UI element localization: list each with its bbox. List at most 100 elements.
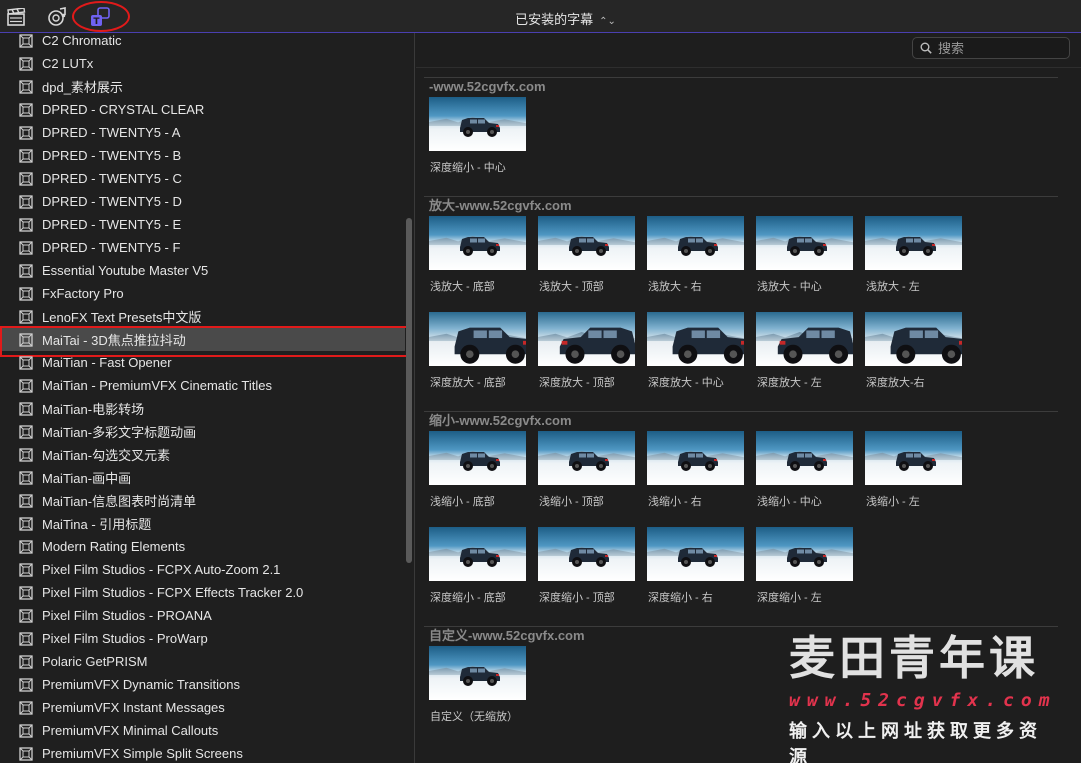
search-field[interactable] [912, 37, 1070, 59]
title-thumbnail[interactable] [538, 527, 635, 581]
sidebar-item[interactable]: DPRED - TWENTY5 - B [0, 144, 405, 167]
title-tile[interactable]: 浅缩小 - 左 [865, 431, 962, 509]
title-thumbnail[interactable] [429, 216, 526, 270]
title-thumbnail[interactable] [429, 431, 526, 485]
sidebar-item[interactable]: Essential Youtube Master V5 [0, 259, 405, 282]
panel-title[interactable]: 已安装的字幕 ⌃⌄ [0, 9, 1081, 28]
title-tile[interactable]: 浅放大 - 顶部 [538, 216, 635, 294]
sidebar-item[interactable]: C2 Chromatic [0, 33, 405, 52]
sidebar-scrollbar[interactable] [406, 218, 412, 563]
sidebar-item[interactable]: PremiumVFX Dynamic Transitions [0, 673, 405, 696]
title-tile[interactable]: 深度放大 - 左 [756, 312, 853, 390]
title-thumbnail[interactable] [429, 97, 526, 151]
title-tile[interactable]: 浅缩小 - 底部 [429, 431, 526, 509]
jeep-image [678, 548, 718, 567]
title-tile[interactable]: 浅缩小 - 中心 [756, 431, 853, 509]
sidebar-item[interactable]: PremiumVFX Simple Split Screens [0, 742, 405, 763]
sidebar-item-label: DPRED - TWENTY5 - F [42, 240, 181, 255]
title-category-icon [19, 677, 33, 692]
sidebar-item[interactable]: MaiTian-信息图表时尚清单 [0, 489, 405, 512]
sidebar-item[interactable]: DPRED - TWENTY5 - C [0, 167, 405, 190]
sidebar-item[interactable]: Pixel Film Studios - ProWarp [0, 627, 405, 650]
sidebar-item[interactable]: dpd_素材展示 [0, 75, 405, 98]
title-thumbnail[interactable] [647, 312, 744, 366]
title-thumbnail[interactable] [647, 527, 744, 581]
sidebar-item[interactable]: PremiumVFX Instant Messages [0, 696, 405, 719]
title-tile[interactable]: 深度缩小 - 右 [647, 527, 744, 605]
title-name: 浅缩小 - 底部 [430, 496, 495, 508]
sidebar-item[interactable]: MaiTian-画中画 [0, 466, 405, 489]
title-thumbnail[interactable] [429, 312, 526, 366]
sidebar-item-label: PremiumVFX Simple Split Screens [42, 746, 243, 761]
title-tile[interactable]: 浅缩小 - 顶部 [538, 431, 635, 509]
sidebar-item-label: MaiTian - Fast Opener [42, 355, 172, 370]
group-divider [424, 626, 1058, 627]
title-tile[interactable]: 深度放大 - 底部 [429, 312, 526, 390]
title-thumbnail[interactable] [647, 216, 744, 270]
title-category-icon [19, 263, 33, 278]
sidebar-item[interactable]: DPRED - TWENTY5 - A [0, 121, 405, 144]
title-thumbnail[interactable] [865, 312, 962, 366]
sidebar-item[interactable]: DPRED - CRYSTAL CLEAR [0, 98, 405, 121]
sidebar-item[interactable]: Pixel Film Studios - FCPX Effects Tracke… [0, 581, 405, 604]
jeep-image [454, 327, 526, 364]
title-category-icon [19, 148, 33, 163]
title-group: -www.52cgvfx.com 深度缩小 - 中心 [424, 77, 1058, 174]
title-thumbnail[interactable] [865, 431, 962, 485]
title-tile[interactable]: 深度缩小 - 中心 [429, 97, 526, 175]
sidebar-item[interactable]: Polaric GetPRISM [0, 650, 405, 673]
title-tile[interactable]: 深度缩小 - 左 [756, 527, 853, 605]
sidebar-item-label: PremiumVFX Dynamic Transitions [42, 677, 240, 692]
sidebar-item[interactable]: DPRED - TWENTY5 - D [0, 190, 405, 213]
title-tile[interactable]: 深度放大 - 中心 [647, 312, 744, 390]
title-thumbnail[interactable] [756, 216, 853, 270]
sidebar-item[interactable]: MaiTian - Fast Opener [0, 351, 405, 374]
title-tile[interactable]: 深度放大-右 [865, 312, 962, 390]
title-category-icon [19, 585, 33, 600]
title-tile[interactable]: 浅缩小 - 右 [647, 431, 744, 509]
title-thumbnail[interactable] [647, 431, 744, 485]
title-category-icon [19, 447, 33, 462]
panel-title-label: 已安装的字幕 [515, 12, 594, 27]
jeep-image [569, 548, 609, 567]
sidebar-item-label: MaiTian-多彩文字标题动画 [42, 425, 197, 440]
sidebar-item[interactable]: PremiumVFX Minimal Callouts [0, 719, 405, 742]
title-tile[interactable]: 深度缩小 - 底部 [429, 527, 526, 605]
sidebar-item[interactable]: MaiTian-勾选交叉元素 [0, 443, 405, 466]
title-thumbnail[interactable] [538, 431, 635, 485]
sidebar-item[interactable]: Modern Rating Elements [0, 535, 405, 558]
sidebar-item[interactable]: Pixel Film Studios - PROANA [0, 604, 405, 627]
search-input[interactable] [938, 40, 1058, 56]
title-thumbnail[interactable] [756, 527, 853, 581]
title-thumbnail[interactable] [538, 216, 635, 270]
title-tile[interactable]: 深度放大 - 顶部 [538, 312, 635, 390]
title-thumbnail[interactable] [756, 312, 853, 366]
title-thumbnail[interactable] [538, 312, 635, 366]
sidebar-item[interactable]: LenoFX Text Presets中文版 [0, 305, 405, 328]
jeep-image [890, 327, 962, 364]
sidebar-item[interactable]: FxFactory Pro [0, 282, 405, 305]
title-thumbnail[interactable] [429, 646, 526, 700]
sidebar-item-label: Polaric GetPRISM [42, 654, 148, 669]
sidebar-item[interactable]: MaiTian-多彩文字标题动画 [0, 420, 405, 443]
title-tile[interactable]: 浅放大 - 底部 [429, 216, 526, 294]
sidebar-item[interactable]: DPRED - TWENTY5 - E [0, 213, 405, 236]
title-tile[interactable]: 浅放大 - 中心 [756, 216, 853, 294]
sidebar-item[interactable]: C2 LUTx [0, 52, 405, 75]
title-category-icon [19, 378, 33, 393]
title-tile[interactable]: 自定义（无缩放） [429, 646, 526, 724]
sidebar-item[interactable]: MaiTina - 引用标题 [0, 512, 405, 535]
sidebar-item[interactable]: Pixel Film Studios - FCPX Auto-Zoom 2.1 [0, 558, 405, 581]
sidebar-item[interactable]: MaiTian-电影转场 [0, 397, 405, 420]
sidebar-list: C2 Chromatic C2 LUTx dpd_素材展示 DPRED - CRYST… [0, 33, 409, 763]
title-tile[interactable]: 深度缩小 - 顶部 [538, 527, 635, 605]
title-thumbnail[interactable] [429, 527, 526, 581]
title-tile[interactable]: 浅放大 - 右 [647, 216, 744, 294]
sidebar-item[interactable]: DPRED - TWENTY5 - F [0, 236, 405, 259]
title-thumbnail[interactable] [756, 431, 853, 485]
sidebar-item[interactable]: MaiTai - 3D焦点推拉抖动 [0, 326, 409, 357]
title-tile[interactable]: 浅放大 - 左 [865, 216, 962, 294]
title-category-icon [19, 56, 33, 71]
title-thumbnail[interactable] [865, 216, 962, 270]
sidebar-item[interactable]: MaiTian - PremiumVFX Cinematic Titles [0, 374, 405, 397]
